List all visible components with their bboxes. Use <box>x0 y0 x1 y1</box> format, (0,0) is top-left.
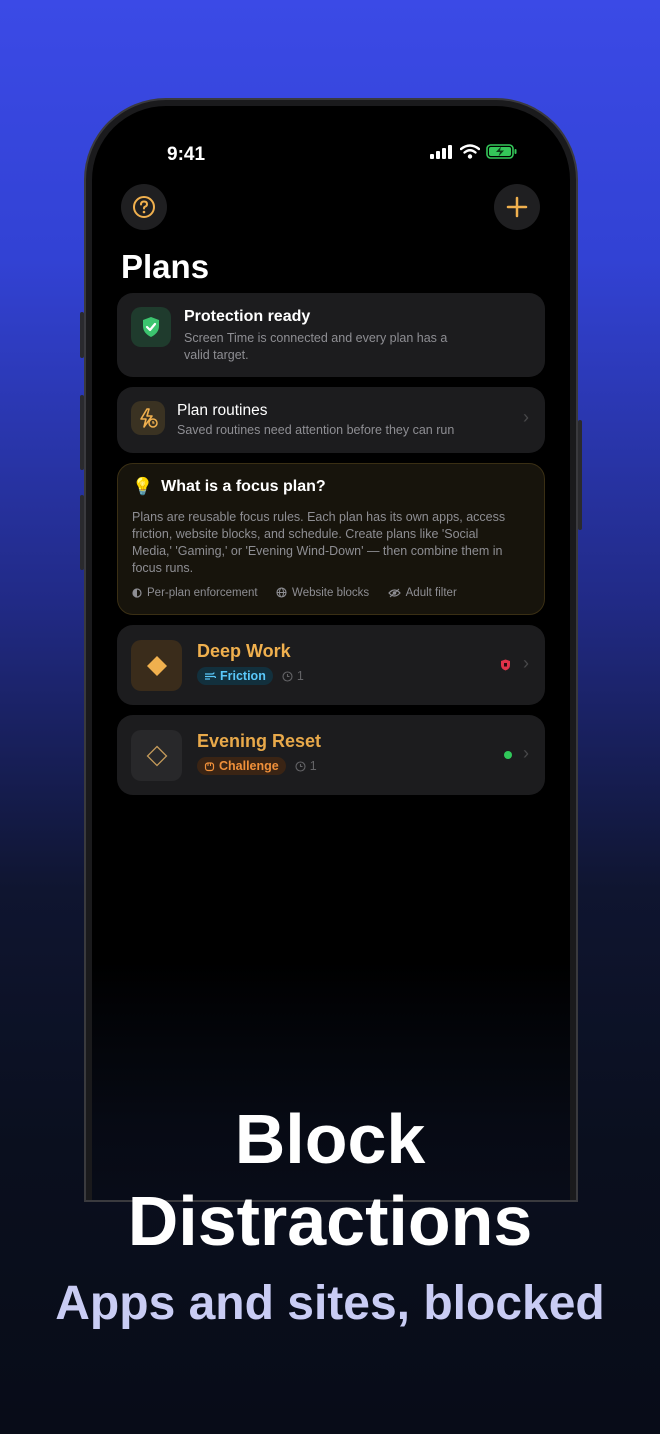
info-body: Plans are reusable focus rules. Each pla… <box>132 509 537 577</box>
phone-action-button <box>80 312 84 358</box>
plan-routines-card[interactable]: Plan routines Saved routines need attent… <box>117 387 545 453</box>
question-circle-icon <box>133 196 155 218</box>
chevron-right-icon: › <box>523 743 529 763</box>
page-title: Plans <box>121 248 210 285</box>
plan-icon-tile <box>131 640 182 691</box>
plan-run-count: 1 <box>295 759 317 773</box>
info-title: What is a focus plan? <box>161 478 326 495</box>
chevron-right-icon: › <box>523 653 529 673</box>
info-body-line: friction, website blocks, and schedule. … <box>132 527 479 541</box>
shield-alert-icon <box>501 659 510 671</box>
plan-mode-badge: Friction <box>197 667 273 685</box>
chevron-right-icon: › <box>523 407 529 427</box>
focus-plan-info-card: 💡 What is a focus plan? Plans are reusab… <box>117 463 545 615</box>
plan-name: Evening Reset <box>197 731 322 751</box>
half-circle-icon <box>132 588 142 598</box>
protection-subtitle-line1: Screen Time is connected and every plan … <box>184 331 448 345</box>
fist-icon <box>204 761 215 771</box>
feature-list: Per-plan enforcement Website blocks Adul… <box>132 585 471 603</box>
eye-slash-icon <box>387 588 401 598</box>
protection-icon-tile <box>131 307 171 347</box>
info-body-line: focus runs. <box>132 561 194 575</box>
feature-website-blocks: Website blocks <box>276 587 369 599</box>
diamond-outline-icon <box>146 745 167 766</box>
routines-subtitle: Saved routines need attention before the… <box>177 423 455 437</box>
protection-subtitle-line2: valid target. <box>184 348 249 362</box>
subheadline: Apps and sites, blocked <box>55 1277 605 1330</box>
diamond-filled-icon <box>146 655 167 676</box>
lightbulb-icon: 💡 <box>132 477 154 496</box>
add-plan-button[interactable] <box>494 184 540 230</box>
globe-icon <box>276 587 287 598</box>
signal-icon <box>430 144 452 159</box>
phone-volume-up <box>80 395 84 470</box>
active-status-dot <box>504 751 512 759</box>
bolt-clock-icon <box>140 408 158 428</box>
info-body-line: Media,' 'Gaming,' or 'Evening Wind-Down'… <box>132 544 503 558</box>
headline-line2: Distractions <box>127 1182 533 1260</box>
help-button[interactable] <box>121 184 167 230</box>
wind-icon <box>205 672 216 680</box>
status-icons <box>430 144 518 159</box>
feature-per-plan: Per-plan enforcement <box>132 587 258 599</box>
headline-line1: Block <box>234 1100 426 1178</box>
clock-icon <box>295 760 306 772</box>
info-body-line: Plans are reusable focus rules. Each pla… <box>132 510 506 524</box>
protection-status-card: Protection ready Screen Time is connecte… <box>117 293 545 377</box>
plan-item-deep-work[interactable]: Deep Work Friction 1 › <box>117 625 545 705</box>
protection-title: Protection ready <box>184 308 311 325</box>
phone-frame: 9:41 Plans Protection ready Screen Time … <box>80 100 582 1200</box>
app-screen: 9:41 Plans Protection ready Screen Time … <box>92 106 570 1200</box>
routines-icon-tile <box>131 401 165 435</box>
plan-name: Deep Work <box>197 641 291 661</box>
routines-title: Plan routines <box>177 402 268 419</box>
plan-icon-tile <box>131 730 182 781</box>
clock-icon <box>282 670 293 682</box>
plus-icon <box>506 196 528 218</box>
plan-mode-badge: Challenge <box>197 757 286 775</box>
status-time: 9:41 <box>167 144 206 165</box>
phone-side-button <box>578 420 582 530</box>
phone-volume-down <box>80 495 84 570</box>
plan-run-count: 1 <box>282 669 304 683</box>
wifi-icon <box>460 144 480 159</box>
feature-adult-filter: Adult filter <box>387 587 457 599</box>
shield-check-icon <box>143 317 159 337</box>
plan-item-evening-reset[interactable]: Evening Reset Challenge 1 › <box>117 715 545 795</box>
battery-charging-icon <box>486 144 517 159</box>
